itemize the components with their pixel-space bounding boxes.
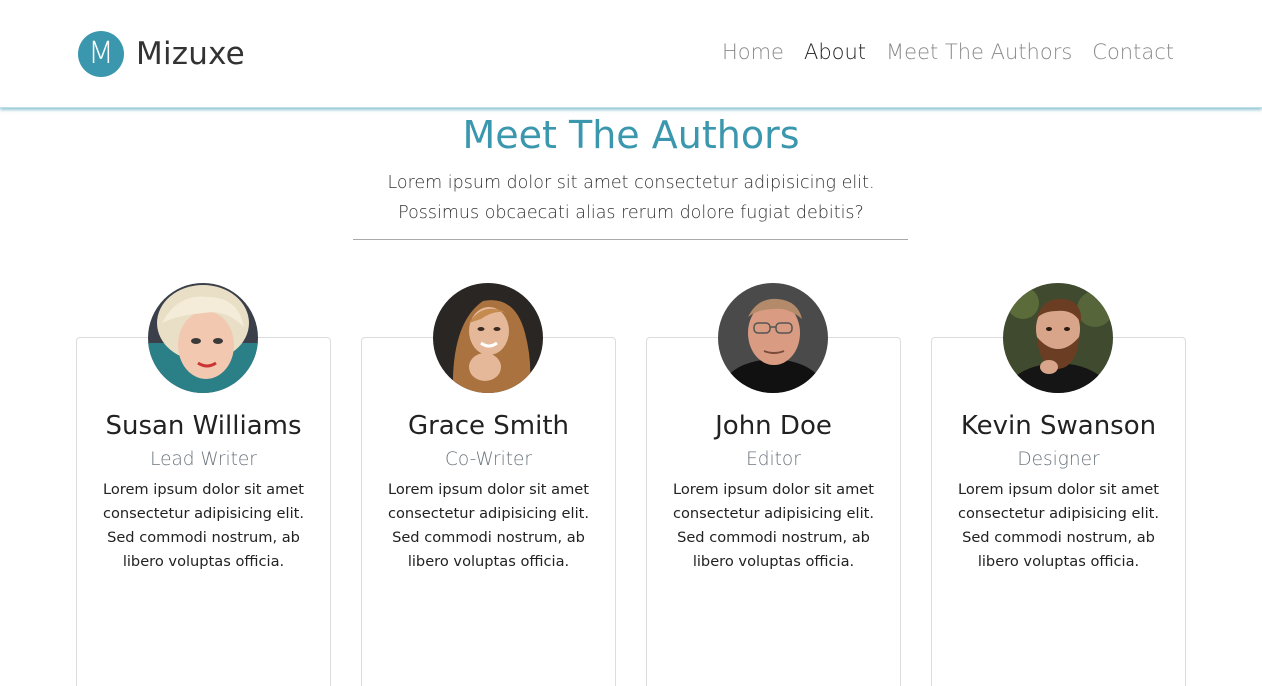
nav-link-about[interactable]: About bbox=[804, 40, 866, 64]
author-role: Designer bbox=[1017, 449, 1100, 470]
author-name: John Doe bbox=[715, 411, 832, 441]
author-role: Co-Writer bbox=[445, 449, 532, 470]
author-card-body: Kevin Swanson Designer Lorem ipsum dolor… bbox=[932, 408, 1185, 574]
author-role: Lead Writer bbox=[150, 449, 257, 470]
woman-blonde-portrait-icon bbox=[148, 283, 258, 393]
woman-long-hair-portrait-icon bbox=[433, 283, 543, 393]
author-bio: Lorem ipsum dolor sit amet consectetur a… bbox=[387, 481, 590, 570]
brand-name: Mizuxe bbox=[136, 36, 245, 72]
author-bio: Lorem ipsum dolor sit amet consectetur a… bbox=[102, 481, 305, 570]
nav-link-meet-the-authors[interactable]: Meet The Authors bbox=[886, 40, 1072, 64]
section-divider bbox=[353, 239, 908, 240]
authors-section-header: Meet The Authors Lorem ipsum dolor sit a… bbox=[0, 112, 1262, 228]
man-beard-portrait-icon bbox=[1003, 283, 1113, 393]
author-card-body: Susan Williams Lead Writer Lorem ipsum d… bbox=[77, 408, 330, 574]
author-card-body: Grace Smith Co-Writer Lorem ipsum dolor … bbox=[362, 408, 615, 574]
author-role: Editor bbox=[746, 449, 801, 470]
brand-logo-icon: M bbox=[78, 31, 124, 77]
author-name: Grace Smith bbox=[407, 411, 570, 441]
man-glasses-portrait-icon bbox=[718, 283, 828, 393]
author-bio: Lorem ipsum dolor sit amet consectetur a… bbox=[672, 481, 875, 570]
section-lead: Lorem ipsum dolor sit amet consectetur a… bbox=[387, 173, 875, 223]
nav-links: Home About Meet The Authors Contact bbox=[722, 40, 1174, 64]
author-bio: Lorem ipsum dolor sit amet consectetur a… bbox=[957, 481, 1160, 570]
nav-link-home[interactable]: Home bbox=[722, 40, 784, 64]
section-title: Meet The Authors bbox=[462, 113, 800, 157]
author-name: Susan Williams bbox=[105, 411, 302, 441]
navbar: M Mizuxe Home About Meet The Authors Con… bbox=[0, 0, 1262, 108]
author-card-body: John Doe Editor Lorem ipsum dolor sit am… bbox=[647, 408, 900, 574]
author-name: Kevin Swanson bbox=[960, 411, 1157, 441]
brand-link[interactable]: M Mizuxe bbox=[78, 31, 245, 77]
author-cards: Susan Williams Lead Writer Lorem ipsum d… bbox=[76, 283, 1186, 686]
nav-link-contact[interactable]: Contact bbox=[1092, 40, 1174, 64]
